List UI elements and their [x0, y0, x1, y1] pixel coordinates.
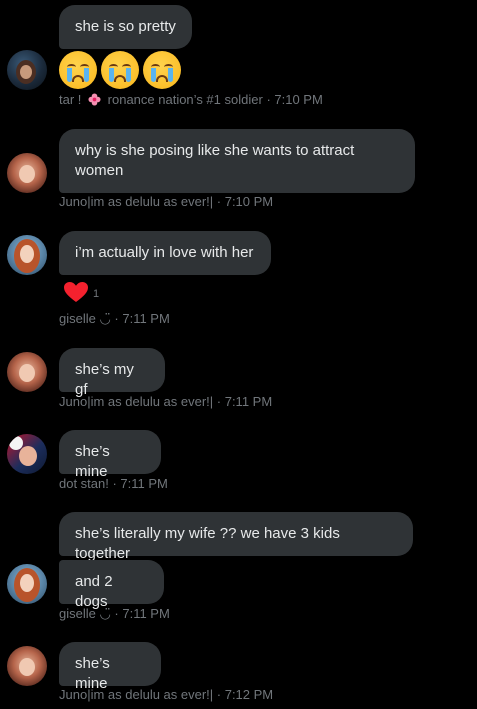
- crying-face-emoji: [143, 51, 181, 89]
- avatar[interactable]: [7, 50, 47, 90]
- emoji-row: [59, 51, 181, 89]
- reaction[interactable]: 1: [63, 281, 99, 303]
- message-text: she is so pretty: [75, 18, 176, 35]
- message-meta: Juno|im as delulu as ever!| · 7:11 PM: [59, 394, 273, 409]
- avatar[interactable]: [7, 352, 47, 392]
- heart-icon: [64, 282, 88, 302]
- avatar[interactable]: [7, 564, 47, 604]
- crying-face-emoji: [101, 51, 139, 89]
- message-meta: Juno|im as delulu as ever!| · 7:10 PM: [59, 194, 274, 209]
- message-bubble[interactable]: why is she posing like she wants to attr…: [59, 129, 415, 193]
- timestamp: · 7:10 PM: [266, 92, 323, 107]
- message-text: and 2 dogs: [75, 573, 113, 610]
- avatar[interactable]: [7, 434, 47, 474]
- message-text: i’m actually in love with her: [75, 244, 254, 261]
- message-text: why is she posing like she wants to attr…: [75, 142, 355, 179]
- message-bubble[interactable]: she’s my gf: [59, 348, 165, 398]
- message-bubble[interactable]: i’m actually in love with her: [59, 231, 271, 275]
- message-text: she’s my gf: [75, 361, 134, 398]
- message-meta: dot stan! · 7:11 PM: [59, 476, 168, 491]
- avatar[interactable]: [7, 153, 47, 193]
- reaction-count: 1: [93, 288, 100, 300]
- avatar[interactable]: [7, 646, 47, 686]
- message-meta: giselle ◡̈ · 7:11 PM: [59, 606, 170, 621]
- message-meta: giselle ◡̈ · 7:11 PM: [59, 311, 170, 326]
- crying-face-emoji: [59, 51, 97, 89]
- message-bubble[interactable]: she’s mine: [59, 430, 161, 480]
- flower-icon: [88, 93, 101, 106]
- message-meta: Juno|im as delulu as ever!| · 7:12 PM: [59, 687, 274, 702]
- message-bubble[interactable]: and 2 dogs: [59, 560, 164, 610]
- avatar[interactable]: [7, 235, 47, 275]
- sender-name[interactable]: tar !: [59, 92, 81, 107]
- message-text: she’s literally my wife ?? we have 3 kid…: [75, 525, 340, 562]
- message-bubble[interactable]: she is so pretty: [59, 5, 192, 49]
- message-text: she’s mine: [75, 443, 110, 480]
- message-meta: tar ! ronance nation’s #1 soldier · 7:10…: [59, 92, 323, 108]
- message-bubble[interactable]: she’s literally my wife ?? we have 3 kid…: [59, 512, 413, 562]
- sender-handle[interactable]: ronance nation’s #1 soldier: [108, 92, 263, 107]
- message-bubble[interactable]: she’s mine: [59, 642, 161, 692]
